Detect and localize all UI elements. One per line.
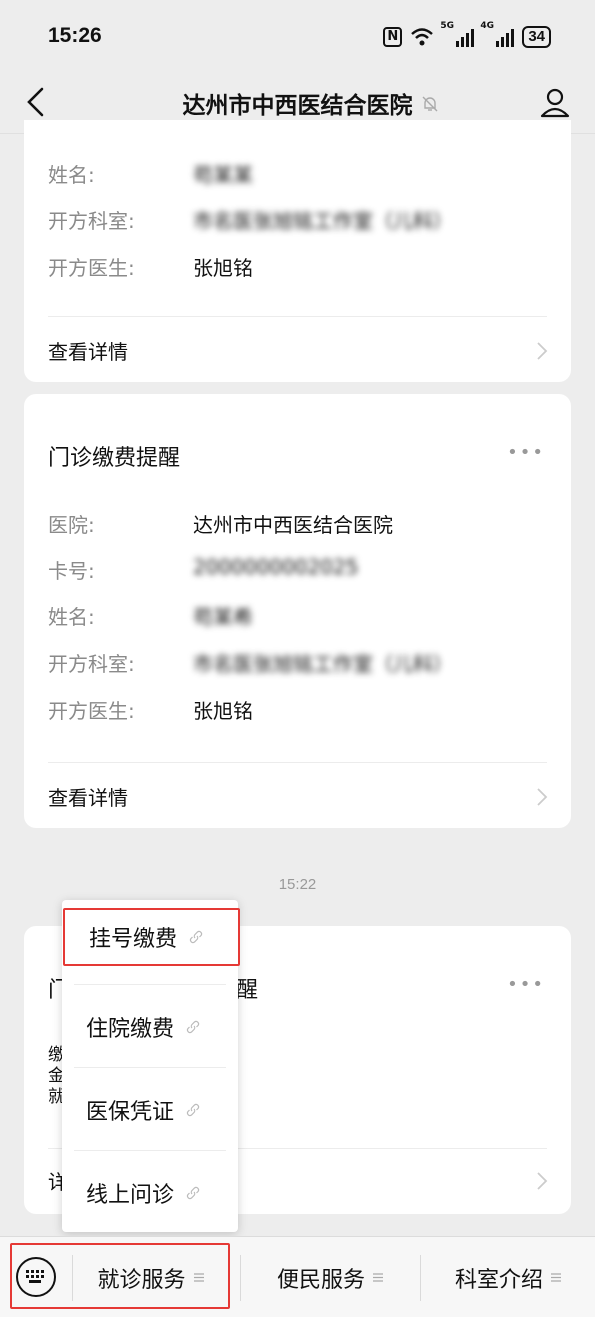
divider — [48, 316, 547, 317]
status-icons: N 5G 4G 34 — [383, 21, 551, 50]
info-row: 开方医生: 张旭铭 — [48, 256, 253, 280]
signal-4g-icon: 4G — [480, 21, 515, 47]
card-title-fragment: 醒 — [236, 978, 259, 1003]
link-icon — [186, 1186, 200, 1200]
menu-item-inpatient-payment[interactable]: 住院缴费 — [62, 986, 238, 1068]
hamburger-icon — [551, 1273, 561, 1282]
menu-tab-convenience-services[interactable]: 便民服务 — [241, 1237, 419, 1317]
chat-timestamp: 15:22 — [278, 876, 317, 893]
more-icon[interactable]: ••• — [507, 442, 545, 463]
menu-item-registration-payment[interactable]: 挂号缴费 — [63, 908, 240, 966]
status-bar: 15:26 N 5G 4G 34 — [0, 0, 595, 72]
hamburger-icon — [193, 1273, 204, 1282]
page-title: 达州市中西医结合医院 — [182, 93, 413, 119]
submenu-popup: 挂号缴费 住院缴费 医保凭证 线上问诊 — [62, 900, 240, 1234]
nfc-icon: N — [383, 27, 403, 47]
info-row: 开方医生: 张旭铭 — [48, 699, 253, 723]
keyboard-icon[interactable] — [16, 1257, 56, 1297]
card-title: 门诊缴费提醒 — [48, 446, 181, 471]
wifi-icon — [411, 28, 434, 46]
menu-item-online-consultation[interactable]: 线上问诊 — [62, 1152, 238, 1234]
mute-icon — [422, 96, 438, 112]
menu-item-insurance-voucher[interactable]: 医保凭证 — [62, 1069, 238, 1151]
signal-5g-icon: 5G — [440, 21, 475, 47]
info-row: 卡号: 2000000002025 — [48, 555, 359, 583]
view-details-link[interactable]: 查看详情 — [48, 782, 128, 811]
menu-tab-department-intro[interactable]: 科室介绍 — [421, 1237, 595, 1317]
divider — [74, 1150, 226, 1151]
more-icon[interactable]: ••• — [507, 974, 545, 995]
divider — [48, 762, 547, 763]
message-card-partial: 姓名: 苟某某 开方科室: 市名医张旭铭工作室（儿科） 开方医生: 张旭铭 查看… — [24, 120, 571, 382]
divider — [74, 1067, 226, 1068]
divider — [74, 984, 226, 985]
link-icon — [189, 930, 203, 944]
info-row: 姓名: 苟某希 — [48, 605, 253, 629]
chevron-right-icon — [537, 342, 548, 360]
profile-icon[interactable] — [539, 86, 571, 118]
menu-tab-medical-services[interactable]: 就诊服务 — [73, 1237, 228, 1317]
info-row: 医院: 达州市中西医结合医院 — [48, 513, 393, 537]
link-icon — [186, 1103, 200, 1117]
hamburger-icon — [373, 1273, 383, 1282]
link-icon — [186, 1020, 200, 1034]
battery-icon: 34 — [522, 26, 551, 48]
info-row: 开方科室: 市名医张旭铭工作室（儿科） — [48, 652, 453, 676]
bottom-menu-bar: 就诊服务 便民服务 科室介绍 — [0, 1236, 595, 1317]
view-details-link[interactable]: 查看详情 — [48, 336, 128, 365]
message-card: 门诊缴费提醒 ••• 医院: 达州市中西医结合医院 卡号: 2000000002… — [24, 394, 571, 828]
status-time: 15:26 — [48, 24, 102, 47]
chevron-right-icon — [537, 788, 548, 806]
chevron-right-icon — [537, 1172, 548, 1190]
info-row: 开方科室: 市名医张旭铭工作室（儿科） — [48, 209, 453, 233]
info-row: 姓名: 苟某某 — [48, 163, 253, 187]
